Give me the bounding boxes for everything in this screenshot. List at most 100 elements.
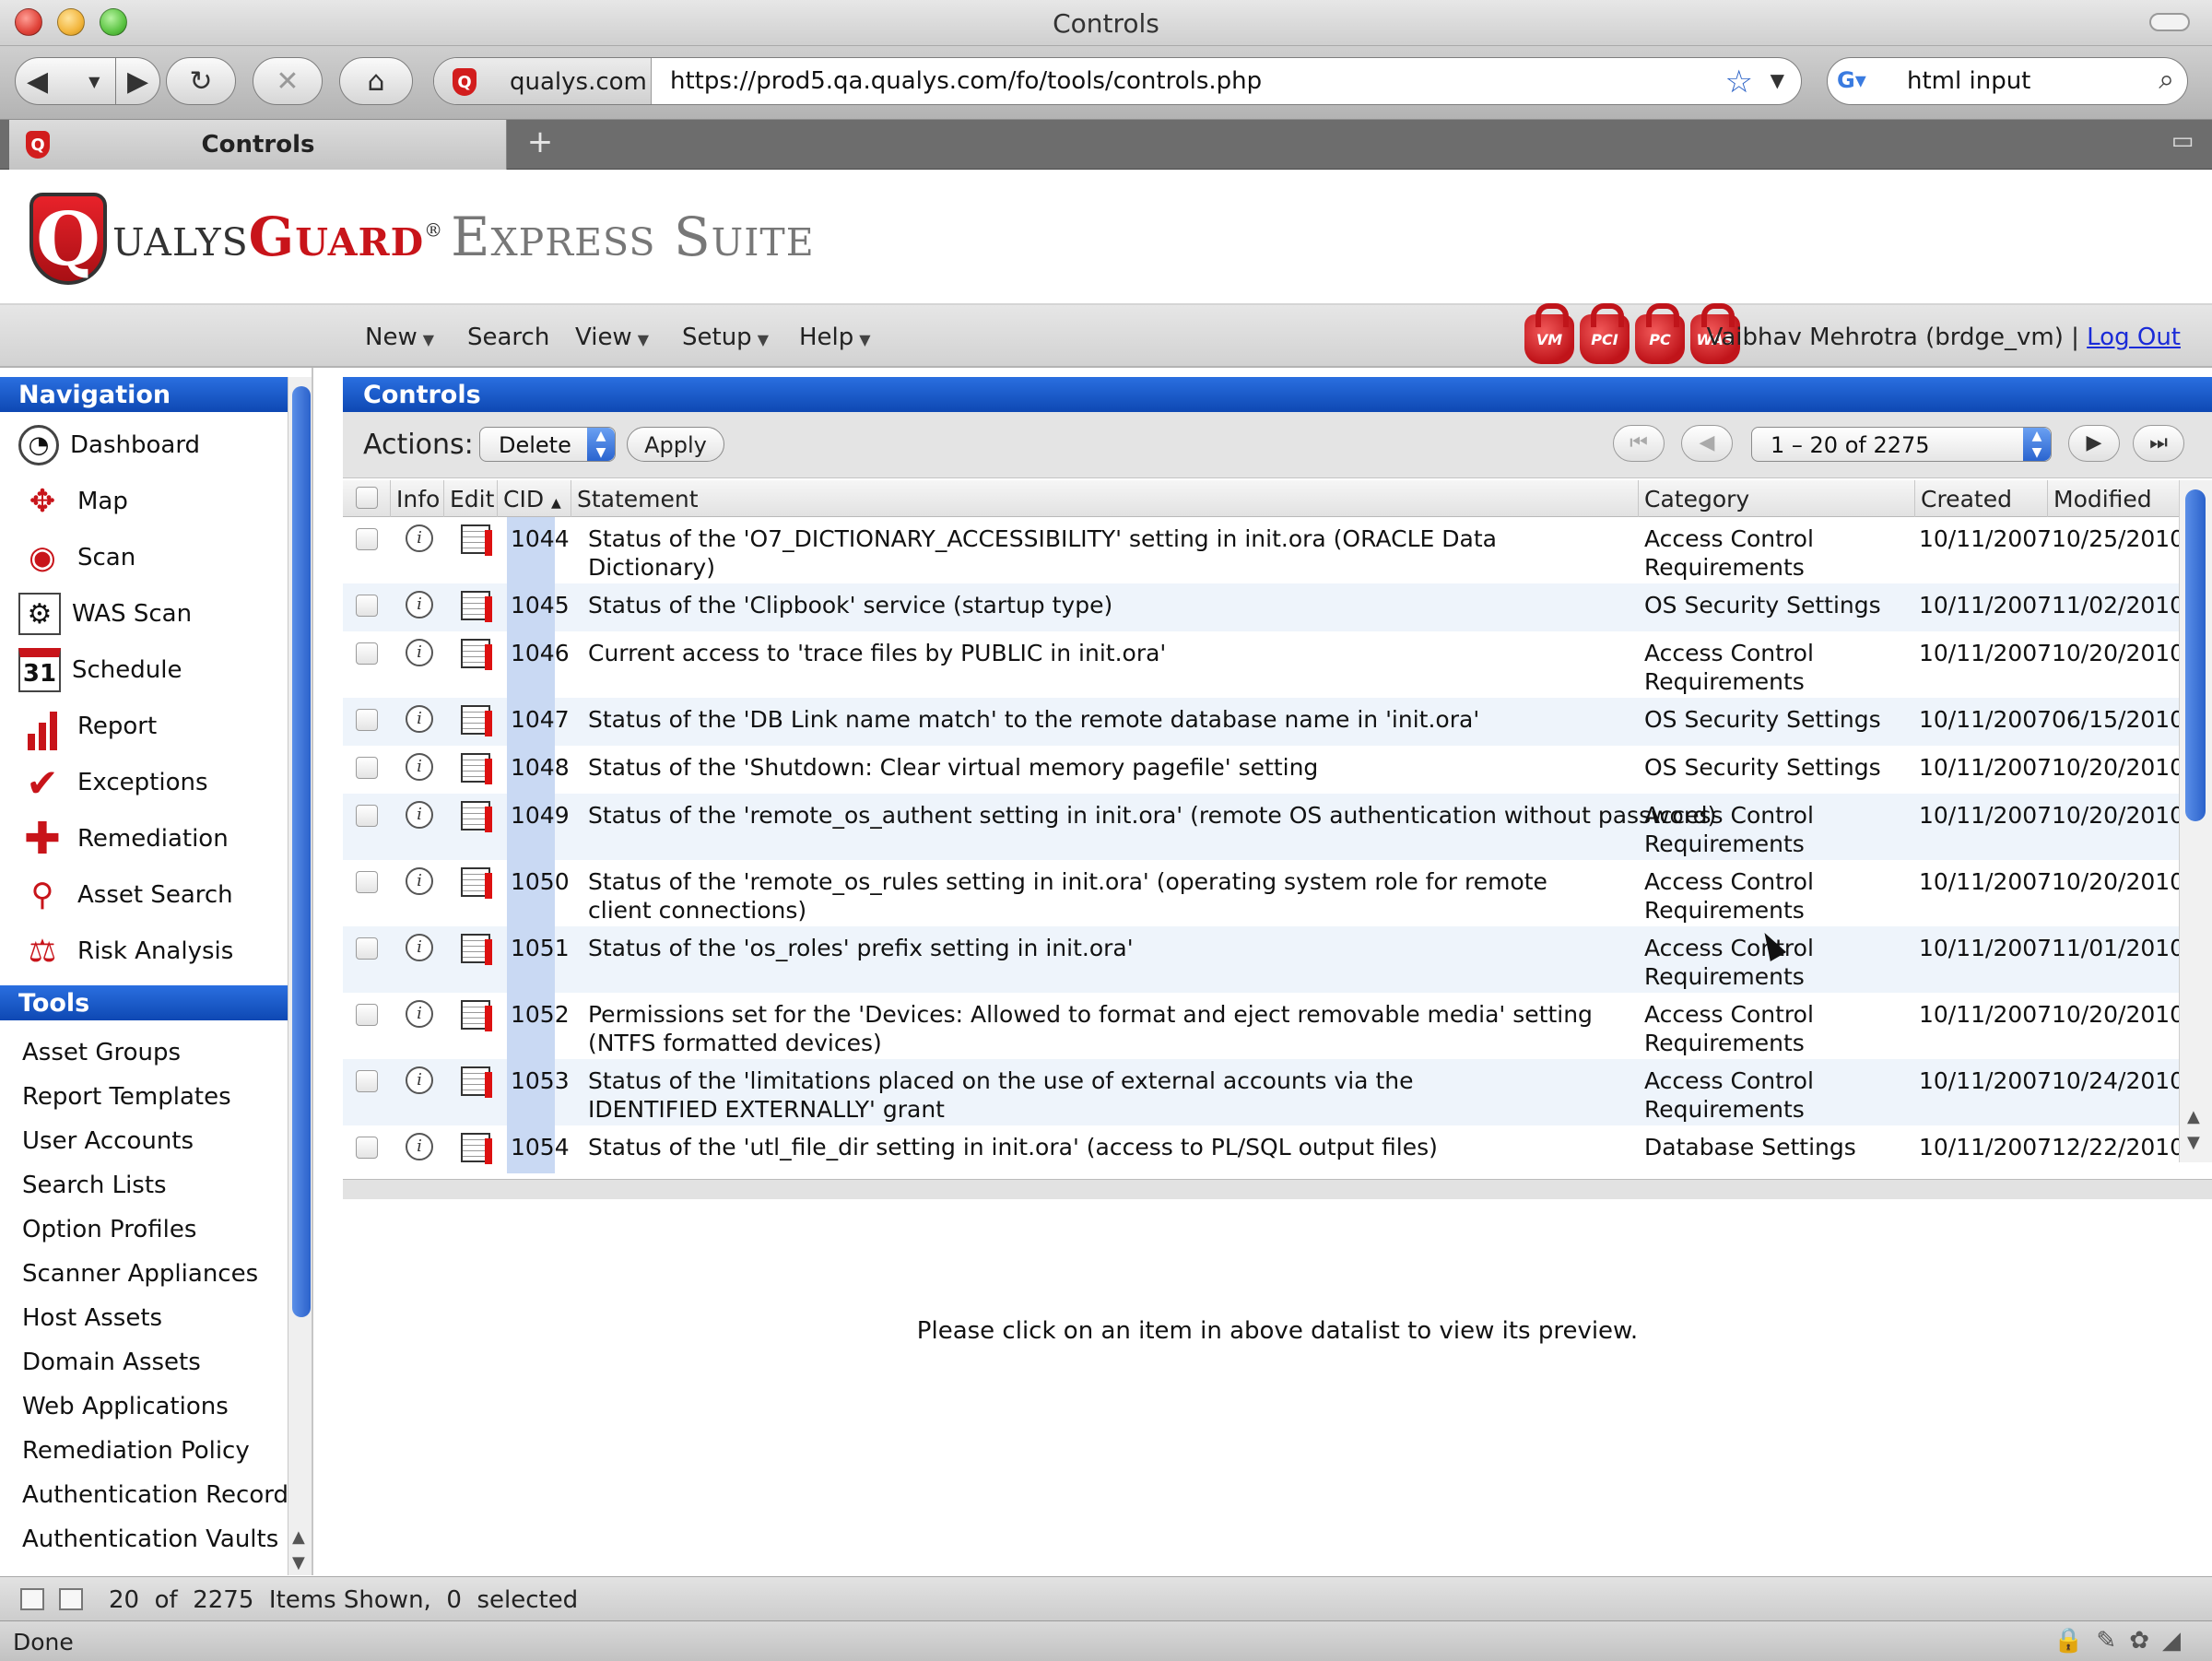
home-button[interactable]: ⌂ — [339, 57, 413, 105]
row-checkbox[interactable] — [356, 1004, 378, 1026]
menu-new[interactable]: New ▼ — [365, 324, 434, 351]
sidebar-scrollbar[interactable]: ▲ ▼ — [288, 377, 312, 1575]
url-text[interactable]: https://prod5.qa.qualys.com/fo/tools/con… — [670, 67, 1262, 95]
tab-controls[interactable]: Q Controls — [9, 120, 507, 170]
info-icon[interactable]: i — [406, 591, 433, 618]
edit-icon[interactable] — [461, 1066, 492, 1098]
addon-icon[interactable]: ✎ — [2096, 1627, 2129, 1655]
vm-module-lock-icon[interactable]: VM — [1524, 303, 1574, 364]
stop-button[interactable]: ✕ — [253, 57, 323, 105]
tool-report-templates[interactable]: Report Templates — [22, 1083, 231, 1111]
apply-button[interactable]: Apply — [627, 427, 724, 462]
edit-icon[interactable] — [461, 1133, 492, 1164]
last-page-button[interactable]: ⏭ — [2133, 425, 2184, 462]
table-splitter[interactable] — [343, 1179, 2212, 1199]
nav-schedule[interactable]: 31 Schedule — [18, 646, 286, 694]
edit-icon[interactable] — [461, 591, 492, 622]
nav-dashboard[interactable]: ◔ Dashboard — [18, 421, 286, 469]
table-scrollbar[interactable]: ▲ ▼ — [2179, 480, 2212, 1162]
logout-link[interactable]: Log Out — [2087, 324, 2181, 351]
tool-domain-assets[interactable]: Domain Assets — [22, 1349, 201, 1376]
row-checkbox[interactable] — [356, 528, 378, 550]
toggle-preview-icon[interactable] — [59, 1588, 83, 1610]
page-range-select[interactable]: 1 – 20 of 2275 ▲ ▼ — [1751, 427, 2052, 462]
url-history-dropdown-icon[interactable]: ▼ — [1771, 69, 1784, 91]
edit-icon[interactable] — [461, 639, 492, 670]
tool-user-accounts[interactable]: User Accounts — [22, 1127, 194, 1155]
edit-icon[interactable] — [461, 753, 492, 784]
header-info[interactable]: Info — [391, 480, 444, 517]
header-category[interactable]: Category — [1639, 480, 1915, 517]
table-row[interactable]: i 1048 Status of the 'Shutdown: Clear vi… — [343, 746, 2179, 794]
row-checkbox[interactable] — [356, 805, 378, 827]
nav-asset-search[interactable]: ⚲ Asset Search — [18, 871, 286, 919]
actions-select[interactable]: Delete ▲ ▼ — [479, 427, 616, 462]
tool-search-lists[interactable]: Search Lists — [22, 1172, 167, 1199]
edit-icon[interactable] — [461, 524, 492, 556]
back-button[interactable]: ◀ ▼ — [15, 57, 116, 105]
reload-button[interactable]: ↻ — [166, 57, 236, 105]
info-icon[interactable]: i — [406, 801, 433, 829]
table-row[interactable]: i 1052 Permissions set for the 'Devices:… — [343, 993, 2179, 1059]
toggle-sidebar-icon[interactable] — [20, 1588, 44, 1610]
tool-remediation-policy[interactable]: Remediation Policy — [22, 1437, 250, 1465]
tool-authentication-records[interactable]: Authentication Records — [22, 1481, 301, 1509]
scroll-up-arrow-icon[interactable]: ▲ — [292, 1527, 305, 1547]
info-icon[interactable]: i — [406, 1066, 433, 1094]
info-icon[interactable]: i — [406, 867, 433, 895]
row-checkbox[interactable] — [356, 595, 378, 617]
row-checkbox[interactable] — [356, 757, 378, 779]
table-row[interactable]: i 1049 Status of the 'remote_os_authent … — [343, 794, 2179, 860]
edit-icon[interactable] — [461, 867, 492, 899]
firebug-icon[interactable]: ✿ — [2129, 1627, 2162, 1655]
table-row[interactable]: i 1045 Status of the 'Clipbook' service … — [343, 583, 2179, 631]
menu-search[interactable]: Search — [467, 324, 549, 351]
row-checkbox[interactable] — [356, 1070, 378, 1092]
tab-list-icon[interactable]: ▭ — [2162, 127, 2203, 160]
menu-setup[interactable]: Setup ▼ — [682, 324, 769, 351]
table-row[interactable]: i 1050 Status of the 'remote_os_rules se… — [343, 860, 2179, 926]
tool-host-assets[interactable]: Host Assets — [22, 1304, 162, 1332]
menu-help[interactable]: Help ▼ — [799, 324, 871, 351]
header-cid[interactable]: CID ▲ — [498, 480, 571, 517]
info-icon[interactable]: i — [406, 524, 433, 552]
next-page-button[interactable]: ▶ — [2068, 425, 2120, 462]
tool-scanner-appliances[interactable]: Scanner Appliances — [22, 1260, 258, 1288]
nav-risk-analysis[interactable]: ⚖ Risk Analysis — [18, 927, 286, 975]
nav-map[interactable]: ✥ Map — [18, 477, 286, 525]
new-tab-button[interactable]: + — [516, 124, 564, 164]
tool-asset-groups[interactable]: Asset Groups — [22, 1039, 181, 1066]
table-row[interactable]: i 1046 Current access to 'trace files by… — [343, 631, 2179, 698]
edit-icon[interactable] — [461, 934, 492, 965]
nav-report[interactable]: Report — [18, 702, 286, 750]
header-created[interactable]: Created — [1915, 480, 2048, 517]
table-scroll-thumb[interactable] — [2185, 489, 2206, 821]
scroll-up-arrow-icon[interactable]: ▲ — [2187, 1107, 2200, 1126]
nav-remediation[interactable]: ✚ Remediation — [18, 813, 286, 865]
scroll-down-arrow-icon[interactable]: ▼ — [2187, 1133, 2200, 1152]
edit-icon[interactable] — [461, 705, 492, 736]
magnifier-icon[interactable]: ⌕ — [2159, 64, 2174, 96]
info-icon[interactable]: i — [406, 1000, 433, 1028]
scroll-down-arrow-icon[interactable]: ▼ — [292, 1553, 305, 1573]
prev-page-button[interactable]: ◀ — [1681, 425, 1733, 462]
edit-icon[interactable] — [461, 801, 492, 832]
google-engine-icon[interactable]: G▾ — [1837, 67, 1879, 95]
table-row[interactable]: i 1053 Status of the 'limitations placed… — [343, 1059, 2179, 1125]
info-icon[interactable]: i — [406, 753, 433, 781]
table-row[interactable]: i 1051 Status of the 'os_roles' prefix s… — [343, 926, 2179, 993]
header-modified[interactable]: Modified — [2048, 480, 2179, 517]
info-icon[interactable]: i — [406, 1133, 433, 1160]
menu-view[interactable]: View ▼ — [575, 324, 649, 351]
info-icon[interactable]: i — [406, 639, 433, 666]
header-edit[interactable]: Edit — [444, 480, 498, 517]
pc-module-lock-icon[interactable]: PC — [1635, 303, 1685, 364]
bookmark-star-icon[interactable]: ☆ — [1725, 64, 1753, 100]
toolbar-toggle-button[interactable] — [2149, 13, 2190, 31]
nav-was-scan[interactable]: ⚙ WAS Scan — [18, 590, 286, 638]
tool-authentication-vaults[interactable]: Authentication Vaults — [22, 1526, 278, 1553]
nav-exceptions[interactable]: ✔ Exceptions — [18, 759, 286, 807]
tool-option-profiles[interactable]: Option Profiles — [22, 1216, 196, 1243]
header-statement[interactable]: Statement — [571, 480, 1639, 517]
secure-lock-icon[interactable]: 🔒 — [2053, 1627, 2096, 1655]
